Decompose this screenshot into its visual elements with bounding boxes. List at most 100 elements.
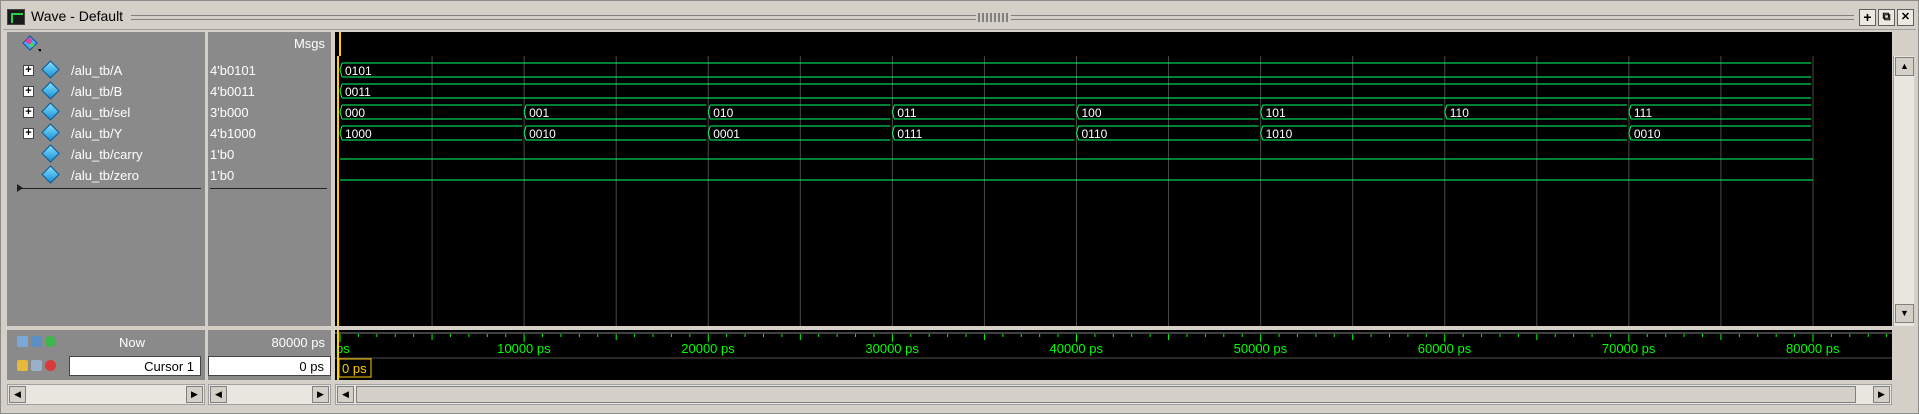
bus-transition	[339, 125, 343, 141]
bus-value-label: 110	[1450, 106, 1469, 120]
expand-icon[interactable]: +	[23, 107, 34, 118]
window-title: Wave - Default	[31, 8, 124, 24]
timeline-pane[interactable]: ps 10000 ps 20000 ps 30000 ps 40000 ps 50000 …	[335, 330, 1892, 380]
signal-value: 4'b0101	[210, 63, 256, 78]
values-scroll-right-button[interactable]: ▶	[312, 386, 329, 403]
timeline-tick-label: 60000 ps	[1418, 341, 1472, 356]
timeline-tick-label: 70000 ps	[1602, 341, 1656, 356]
bus-value-label: 1010	[1266, 127, 1293, 141]
expand-icon[interactable]: +	[23, 86, 34, 97]
signal-name: /alu_tb/zero	[71, 168, 139, 183]
bus-transition	[339, 83, 343, 99]
timeline-tick-label: 50000 ps	[1234, 341, 1288, 356]
signal-row[interactable]: + /alu_tb/sel	[7, 102, 205, 123]
add-cursor-icon[interactable]	[45, 336, 56, 347]
bus-value-label: 101	[1266, 106, 1286, 120]
signal-value: 1'b0	[210, 147, 235, 162]
timeline-tick-label: 30000 ps	[865, 341, 919, 356]
msgs-label: Msgs	[293, 36, 325, 51]
now-label: Now	[118, 335, 145, 350]
timeline-tick-label: 10000 ps	[497, 341, 551, 356]
cursor-value-field[interactable]: 0 ps	[208, 356, 331, 376]
title-grip-left	[131, 15, 976, 20]
signal-row[interactable]: + /alu_tb/B	[7, 81, 205, 102]
bus-value-label: 0010	[1634, 127, 1661, 141]
signal-diamond-icon	[41, 81, 60, 100]
lock-cursor-icon[interactable]	[17, 360, 28, 371]
cursor-name: Cursor 1	[144, 359, 194, 374]
names-scroll-right-button[interactable]: ▶	[186, 386, 203, 403]
values-hscrollbar[interactable]: ◀ ▶	[208, 384, 331, 405]
cursor-marker-label: 0 ps	[342, 361, 367, 376]
cursor-value: 0 ps	[299, 359, 324, 374]
signal-diamond-icon	[41, 102, 60, 121]
signal-value: 3'b000	[210, 105, 249, 120]
names-hscrollbar[interactable]: ◀ ▶	[7, 384, 205, 405]
title-bar[interactable]: Wave - Default + ⧉ ✕	[3, 4, 1916, 30]
signal-name: /alu_tb/Y	[71, 126, 123, 141]
names-scroll-left-button[interactable]: ◀	[9, 386, 26, 403]
bus-value-label: 0110	[1082, 127, 1108, 141]
signal-row[interactable]: + /alu_tb/A	[7, 60, 205, 81]
undock-button[interactable]: ⧉	[1878, 9, 1895, 26]
bus-value-label: 001	[529, 106, 549, 120]
insert-cursor-icon[interactable]	[17, 336, 28, 347]
scroll-up-button[interactable]: ▲	[1895, 57, 1914, 76]
bus-value-label: 011	[897, 106, 916, 120]
edit-cursor-icon[interactable]	[31, 360, 42, 371]
expand-icon[interactable]: +	[23, 128, 34, 139]
cursor-row-line	[17, 188, 201, 189]
close-button[interactable]: ✕	[1897, 9, 1914, 26]
signal-name: /alu_tb/carry	[71, 147, 143, 162]
signal-values-pane: 4'b0101 4'b0011 3'b000 4'b1000 1'b0 1'b0	[208, 56, 331, 326]
wave-scroll-thumb[interactable]	[356, 386, 1856, 403]
bus-value-label: 000	[345, 106, 365, 120]
cursor-names-pane: Now Cursor 1	[7, 330, 205, 380]
title-grip-right	[1011, 15, 1854, 20]
bus-transition	[339, 104, 343, 120]
vertical-scrollbar[interactable]: ▲ ▼	[1893, 56, 1914, 326]
signal-name: /alu_tb/sel	[71, 105, 131, 120]
expand-icon[interactable]: +	[23, 65, 34, 76]
signal-value: 4'b1000	[210, 126, 256, 141]
wave-scroll-left-button[interactable]: ◀	[337, 386, 354, 403]
scroll-down-button[interactable]: ▼	[1895, 304, 1914, 323]
signal-names-pane: + /alu_tb/A + /alu_tb/B + /alu_tb/sel + /alu_tb…	[7, 56, 205, 326]
values-header: Msgs	[208, 32, 331, 56]
signal-row[interactable]: /alu_tb/carry	[7, 144, 205, 165]
waveform-canvas[interactable]: 0101 0011 000 001 010 011 100 101 110 111 1000 0010…	[335, 56, 1892, 326]
bus-value-label: 100	[1082, 106, 1102, 120]
wave-header	[335, 32, 1892, 56]
waveform-pane[interactable]: 0101 0011 000 001 010 011 100 101 110 111 1000 0010…	[335, 56, 1892, 326]
now-value: 80000 ps	[271, 335, 326, 350]
wave-scroll-right-button[interactable]: ▶	[1873, 386, 1890, 403]
signal-diamond-icon	[41, 60, 60, 79]
names-header	[7, 32, 205, 56]
signal-name: /alu_tb/A	[71, 63, 123, 78]
signal-diamond-icon	[41, 123, 60, 142]
cursor-row-line-values	[210, 188, 327, 189]
wave-options-icon[interactable]	[21, 34, 41, 54]
delete-cursor-icon[interactable]	[45, 360, 56, 371]
signal-name: /alu_tb/B	[71, 84, 123, 99]
drag-handle-icon[interactable]	[978, 13, 1008, 22]
values-scroll-left-button[interactable]: ◀	[210, 386, 227, 403]
cursor-name-field[interactable]: Cursor 1	[69, 356, 201, 376]
wave-window: Wave - Default + ⧉ ✕ Msgs + /alu_tb/A + /al…	[0, 0, 1919, 414]
bus-value-label: 111	[1634, 106, 1653, 120]
signal-row[interactable]: /alu_tb/zero	[7, 165, 205, 186]
bus-transition	[339, 62, 343, 78]
bus-value-label: 0011	[345, 85, 371, 99]
cursor-list-icon[interactable]	[31, 336, 42, 347]
timeline-tick-label: 40000 ps	[1050, 341, 1104, 356]
timeline-tick-label: 80000 ps	[1786, 341, 1840, 356]
timeline-axis[interactable]: ps 10000 ps 20000 ps 30000 ps 40000 ps 50000 …	[335, 330, 1892, 380]
wave-hscrollbar[interactable]: ◀ ▶	[335, 384, 1892, 405]
signal-value: 1'b0	[210, 168, 235, 183]
signal-row[interactable]: + /alu_tb/Y	[7, 123, 205, 144]
bus-value-label: 0101	[345, 64, 372, 78]
cursor-values-pane: 80000 ps 0 ps	[208, 330, 331, 380]
bus-value-label: 0001	[713, 127, 740, 141]
timeline-tick-label: 20000 ps	[681, 341, 735, 356]
add-button[interactable]: +	[1859, 9, 1876, 26]
